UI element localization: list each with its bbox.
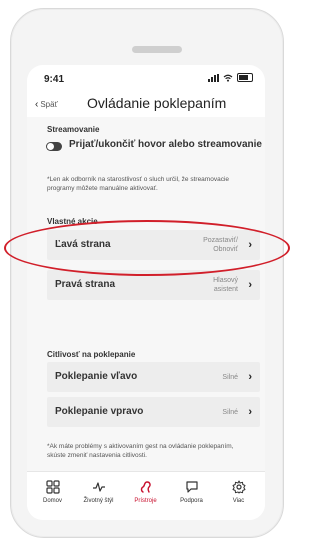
section-title-streaming: Streamovanie	[47, 125, 100, 134]
wifi-icon	[223, 74, 233, 82]
tab-bar: Domov Životný štýl Prístroje Podpora Via…	[27, 471, 265, 520]
status-bar: 9:41	[27, 65, 265, 89]
activity-icon	[92, 482, 105, 492]
battery-icon	[237, 73, 253, 82]
chevron-right-icon: ›	[248, 406, 252, 418]
right-side-value: Hlasový asistent	[213, 277, 238, 293]
tab-support-label: Podpora	[180, 498, 203, 504]
nav-bar: ‹ Späť Ovládanie poklepaním	[27, 89, 265, 117]
tap-right-row[interactable]: Poklepanie vpravo Silné ›	[47, 397, 260, 427]
annotation-ellipse	[4, 220, 290, 276]
grid-icon	[45, 480, 60, 494]
status-time: 9:41	[44, 74, 65, 85]
tap-left-label: Poklepanie vľavo	[55, 371, 138, 382]
tap-left-value: Silné	[222, 374, 238, 381]
signal-icon	[208, 73, 219, 82]
tab-home-label: Domov	[42, 498, 62, 504]
tap-right-label: Poklepanie vpravo	[55, 406, 144, 417]
streaming-note: *Len ak odborník na starostlivosť o sluc…	[47, 176, 229, 192]
page-title: Ovládanie poklepaním	[87, 95, 227, 111]
chevron-right-icon: ›	[248, 371, 252, 383]
section-title-sensitivity: Citlivosť na poklepanie	[47, 350, 136, 359]
phone-speaker	[132, 46, 182, 53]
status-icons	[208, 73, 253, 82]
tab-lifestyle-label: Životný štýl	[83, 498, 114, 504]
tab-more[interactable]: Viac	[216, 480, 261, 504]
hearing-aid-icon	[140, 481, 151, 493]
tab-lifestyle[interactable]: Životný štýl	[76, 480, 121, 504]
tab-home[interactable]: Domov	[30, 480, 75, 504]
tab-more-label: Viac	[232, 498, 245, 504]
sensitivity-note: *Ak máte problémy s aktivovaním gest na …	[47, 443, 234, 459]
gear-icon	[232, 480, 245, 494]
stream-toggle-label: Prijať/ukončiť hovor alebo streamovanie	[69, 139, 262, 150]
right-side-label: Pravá strana	[55, 279, 116, 290]
chevron-left-icon: ‹	[35, 99, 39, 110]
chat-icon	[185, 481, 198, 493]
back-label: Späť	[40, 100, 58, 109]
tap-left-row[interactable]: Poklepanie vľavo Silné ›	[47, 362, 260, 392]
settings-content: Streamovanie Prijať/ukončiť hovor alebo …	[27, 117, 265, 471]
chevron-right-icon: ›	[248, 279, 252, 291]
tab-support[interactable]: Podpora	[169, 480, 214, 504]
tab-devices[interactable]: Prístroje	[123, 480, 168, 504]
back-button[interactable]: ‹ Späť	[35, 99, 58, 110]
tap-right-value: Silné	[222, 409, 238, 416]
app-screen: 9:41 ‹ Späť Ovládanie poklepaním Streamo…	[27, 65, 265, 520]
tab-devices-label: Prístroje	[134, 498, 157, 504]
stream-toggle[interactable]	[46, 142, 62, 151]
